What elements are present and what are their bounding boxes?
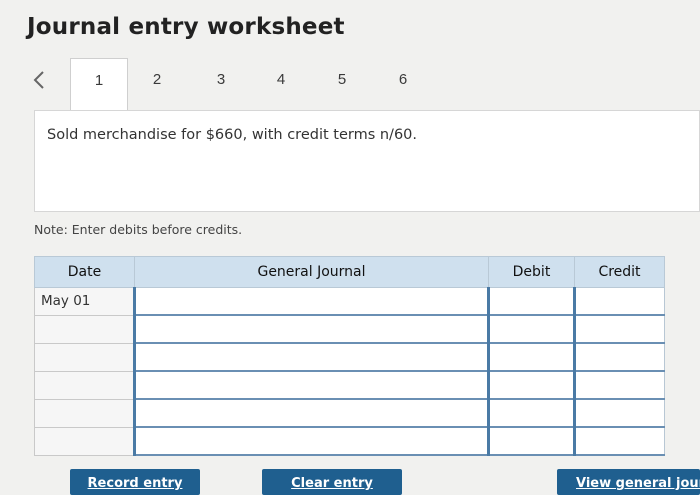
account-input[interactable] xyxy=(136,400,487,426)
date-cell xyxy=(34,342,135,372)
debit-input-cell[interactable] xyxy=(487,426,575,456)
date-cell xyxy=(34,370,135,400)
table-row xyxy=(34,314,665,344)
tab-6[interactable]: 6 xyxy=(374,58,432,110)
question-text: Sold merchandise for $660, with credit t… xyxy=(47,127,417,143)
credit-input[interactable] xyxy=(576,400,664,426)
debit-input[interactable] xyxy=(490,288,573,314)
question-box: Sold merchandise for $660, with credit t… xyxy=(34,110,700,212)
debit-input-cell[interactable] xyxy=(487,342,575,372)
credit-input-cell[interactable] xyxy=(573,398,665,428)
account-input-cell[interactable] xyxy=(133,287,489,316)
account-input-cell[interactable] xyxy=(133,398,489,428)
credit-input[interactable] xyxy=(576,344,664,370)
date-cell xyxy=(34,314,135,344)
date-cell: May 01 xyxy=(34,287,135,316)
credit-input-cell[interactable] xyxy=(573,314,665,344)
debit-input-cell[interactable] xyxy=(487,370,575,400)
column-header-credit: Credit xyxy=(574,256,665,288)
table-row xyxy=(34,426,665,456)
clear-entry-button[interactable]: Clear entry xyxy=(262,469,402,495)
debit-input[interactable] xyxy=(490,316,573,342)
clear-entry-label: Clear entry xyxy=(291,476,373,491)
tab-3[interactable]: 3 xyxy=(192,58,250,110)
account-input-cell[interactable] xyxy=(133,426,489,456)
tab-5[interactable]: 5 xyxy=(313,58,371,110)
credit-input[interactable] xyxy=(576,372,664,398)
account-input[interactable] xyxy=(136,372,487,398)
view-general-journal-button[interactable]: View general journa xyxy=(557,469,700,495)
debit-input-cell[interactable] xyxy=(487,287,575,316)
record-entry-button[interactable]: Record entry xyxy=(70,469,200,495)
chevron-left-icon[interactable] xyxy=(30,68,50,92)
date-cell xyxy=(34,426,135,456)
account-input-cell[interactable] xyxy=(133,314,489,344)
account-input[interactable] xyxy=(136,288,487,314)
table-row xyxy=(34,342,665,372)
table-row xyxy=(34,370,665,400)
account-input[interactable] xyxy=(136,344,487,370)
table-row: May 01 xyxy=(34,287,665,316)
debit-input-cell[interactable] xyxy=(487,398,575,428)
tab-strip: 1 2 3 4 5 6 xyxy=(24,58,444,110)
record-entry-label: Record entry xyxy=(87,476,183,491)
credit-input-cell[interactable] xyxy=(573,426,665,456)
account-input[interactable] xyxy=(136,316,487,342)
credit-input-cell[interactable] xyxy=(573,287,665,316)
credit-input-cell[interactable] xyxy=(573,370,665,400)
date-cell xyxy=(34,398,135,428)
tab-1[interactable]: 1 xyxy=(70,58,128,110)
debit-input[interactable] xyxy=(490,400,573,426)
tab-2[interactable]: 2 xyxy=(128,58,186,110)
debit-input[interactable] xyxy=(490,344,573,370)
journal-table: Date General Journal Debit Credit May 01 xyxy=(34,256,665,456)
account-input-cell[interactable] xyxy=(133,370,489,400)
table-row xyxy=(34,398,665,428)
account-input[interactable] xyxy=(136,428,487,454)
journal-header-row: Date General Journal Debit Credit xyxy=(34,256,665,288)
credit-input[interactable] xyxy=(576,316,664,342)
view-general-journal-label: View general journa xyxy=(576,476,700,491)
debit-input[interactable] xyxy=(490,428,573,454)
column-header-debit: Debit xyxy=(488,256,575,288)
column-header-general-journal: General Journal xyxy=(134,256,489,288)
account-input-cell[interactable] xyxy=(133,342,489,372)
tab-4[interactable]: 4 xyxy=(252,58,310,110)
credit-input-cell[interactable] xyxy=(573,342,665,372)
column-header-date: Date xyxy=(34,256,135,288)
note-text: Note: Enter debits before credits. xyxy=(34,222,243,237)
credit-input[interactable] xyxy=(576,288,664,314)
page-title: Journal entry worksheet xyxy=(27,14,345,40)
credit-input[interactable] xyxy=(576,428,664,454)
debit-input-cell[interactable] xyxy=(487,314,575,344)
debit-input[interactable] xyxy=(490,372,573,398)
